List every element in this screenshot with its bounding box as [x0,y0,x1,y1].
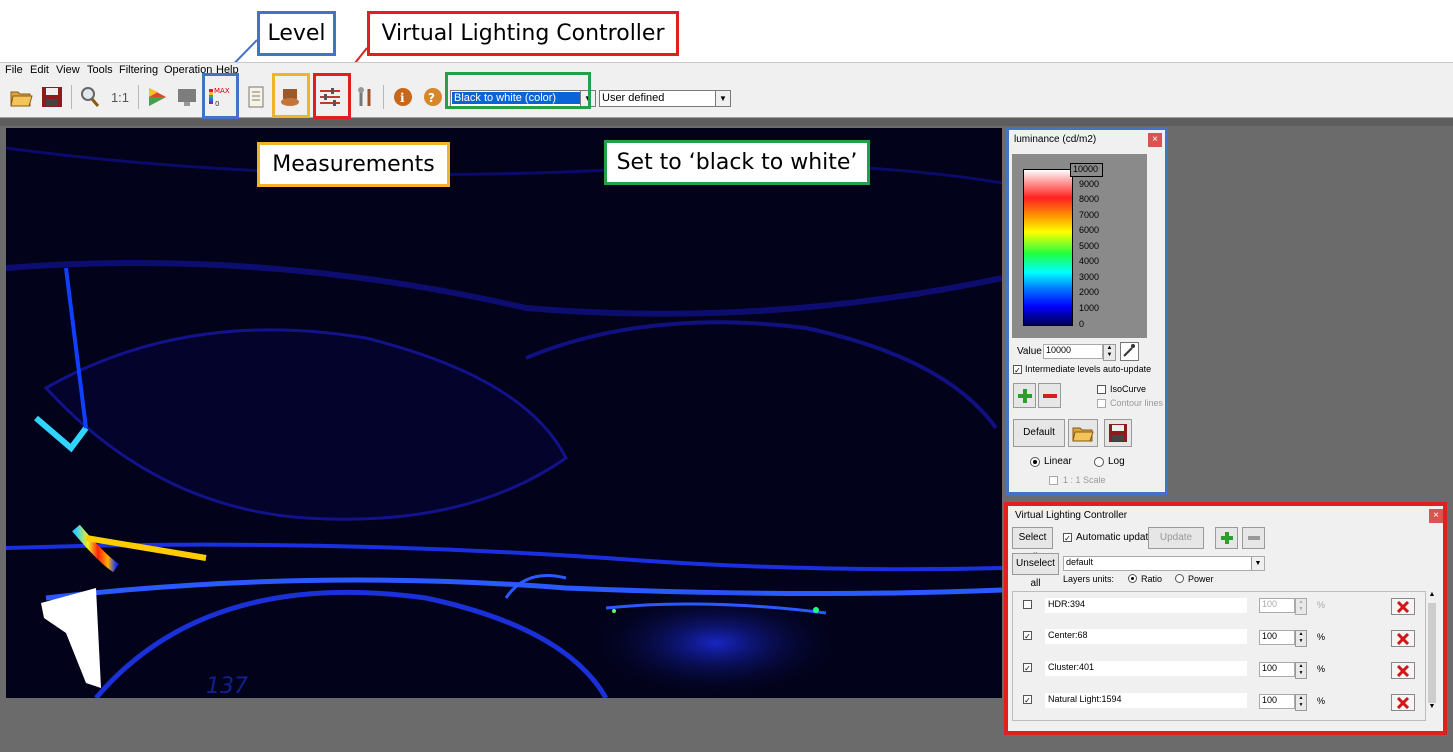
luminance-image[interactable]: 137 [6,128,1002,698]
colormap-highlight [445,72,591,109]
color-palette-icon[interactable] [143,83,171,111]
menu-tools[interactable]: Tools [87,64,113,76]
measurements-callout: Measurements [257,142,450,187]
open-folder-icon[interactable] [7,83,35,111]
help-icon[interactable]: ? [419,83,447,111]
scale-select[interactable]: User defined ▼ [599,90,731,107]
measurements-highlight [272,73,310,118]
menu-edit[interactable]: Edit [30,64,49,76]
save-disk-icon[interactable] [38,83,66,111]
zoom-magnifier-icon[interactable] [76,83,104,111]
chevron-down-icon[interactable]: ▼ [715,91,730,106]
luminance-panel-highlight [1006,127,1168,495]
set-black-to-white-callout: Set to ‘black to white’ [604,140,870,185]
vlc-panel-highlight [1004,502,1447,735]
monitor-icon[interactable] [173,83,201,111]
report-icon[interactable] [242,83,270,111]
menu-file[interactable]: File [5,64,23,76]
workspace-strip [0,118,1453,126]
menu-view[interactable]: View [56,64,80,76]
svg-text:?: ? [428,91,435,105]
one-to-one-icon[interactable]: 1:1 [106,83,134,111]
scale-select-value: User defined [602,92,665,104]
info-icon[interactable]: i [389,83,417,111]
vlc-button-highlight [313,73,351,119]
menu-filtering[interactable]: Filtering [119,64,158,76]
svg-text:i: i [400,91,405,105]
odometer-readout: 137 [206,674,248,698]
false-color-dashboard-image: 137 [6,146,1002,698]
level-highlight [202,73,239,119]
tools-icon[interactable] [352,83,380,111]
